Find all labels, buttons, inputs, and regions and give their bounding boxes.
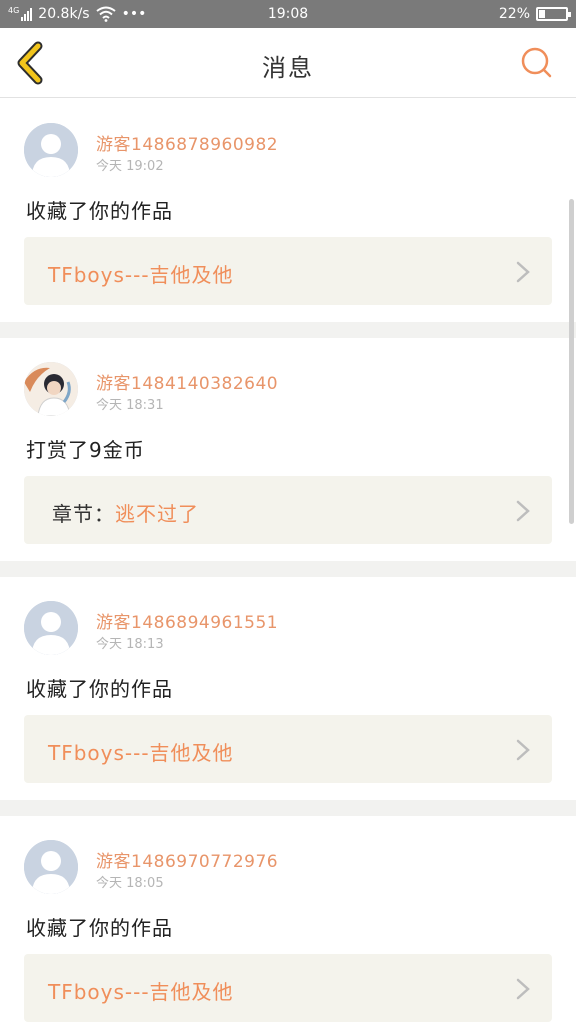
chevron-right-icon [516, 500, 530, 522]
action-text: 收藏了你的作品 [26, 677, 173, 701]
chevron-right-icon [516, 261, 530, 283]
avatar[interactable] [24, 601, 78, 655]
default-avatar-icon [24, 840, 78, 894]
work-link-text: TFboys---吉他及他 [48, 737, 234, 766]
message-card: 游客1486970772976 今天 18:05 收藏了你的作品 TFboys-… [0, 816, 576, 1024]
search-icon [521, 47, 552, 78]
work-title: TFboys---吉他及他 [48, 980, 234, 1004]
chevron-right-icon [516, 739, 530, 761]
message-card: 游客1486878960982 今天 19:02 收藏了你的作品 TFboys-… [0, 99, 576, 322]
avatar[interactable] [24, 362, 78, 416]
action-text: 收藏了你的作品 [26, 199, 173, 223]
work-link-text: TFboys---吉他及他 [48, 976, 234, 1005]
message-card: 游客1486894961551 今天 18:13 收藏了你的作品 TFboys-… [0, 577, 576, 800]
status-time: 19:08 [267, 6, 309, 22]
work-link[interactable]: TFboys---吉他及他 [24, 954, 552, 1022]
username[interactable]: 游客1486878960982 [96, 130, 278, 155]
avatar[interactable] [24, 840, 78, 894]
work-title: TFboys---吉他及他 [48, 741, 234, 765]
timestamp: 今天 19:02 [96, 159, 164, 174]
default-avatar-icon [24, 123, 78, 177]
action-text: 收藏了你的作品 [26, 916, 173, 940]
header: 消息 [0, 28, 576, 98]
work-link[interactable]: TFboys---吉他及他 [24, 715, 552, 783]
avatar[interactable] [24, 123, 78, 177]
page-title: 消息 [262, 54, 314, 82]
work-title: TFboys---吉他及他 [48, 263, 234, 287]
timestamp: 今天 18:13 [96, 637, 164, 652]
work-link[interactable]: TFboys---吉他及他 [24, 237, 552, 305]
scrollbar[interactable] [569, 199, 574, 524]
battery-percent: 22% [498, 6, 530, 22]
message-card: 游客1484140382640 今天 18:31 打赏了9金币 章节：逃不过了 [0, 338, 576, 561]
ref-label: 章节： [52, 502, 115, 526]
action-text: 打赏了9金币 [26, 438, 145, 462]
card-divider [0, 561, 576, 577]
card-divider [0, 322, 576, 338]
chapter-title: 逃不过了 [115, 502, 199, 526]
user-photo-avatar [24, 362, 78, 416]
username[interactable]: 游客1486970772976 [96, 847, 278, 872]
chapter-link[interactable]: 章节：逃不过了 [24, 476, 552, 544]
chapter-link-text: 章节：逃不过了 [52, 498, 199, 527]
message-feed[interactable]: 游客1486878960982 今天 19:02 收藏了你的作品 TFboys-… [0, 99, 576, 1024]
timestamp: 今天 18:31 [96, 398, 164, 413]
chevron-right-icon [516, 978, 530, 1000]
status-bar: 4G 20.8k/s ••• 19:08 22% [0, 0, 576, 28]
card-divider [0, 800, 576, 816]
default-avatar-icon [24, 601, 78, 655]
timestamp: 今天 18:05 [96, 876, 164, 891]
battery-fill [539, 10, 545, 18]
work-link-text: TFboys---吉他及他 [48, 259, 234, 288]
username[interactable]: 游客1486894961551 [96, 608, 278, 633]
username[interactable]: 游客1484140382640 [96, 369, 278, 394]
status-right: 22% [498, 0, 571, 28]
search-button[interactable] [520, 46, 554, 80]
battery-icon [536, 7, 571, 21]
